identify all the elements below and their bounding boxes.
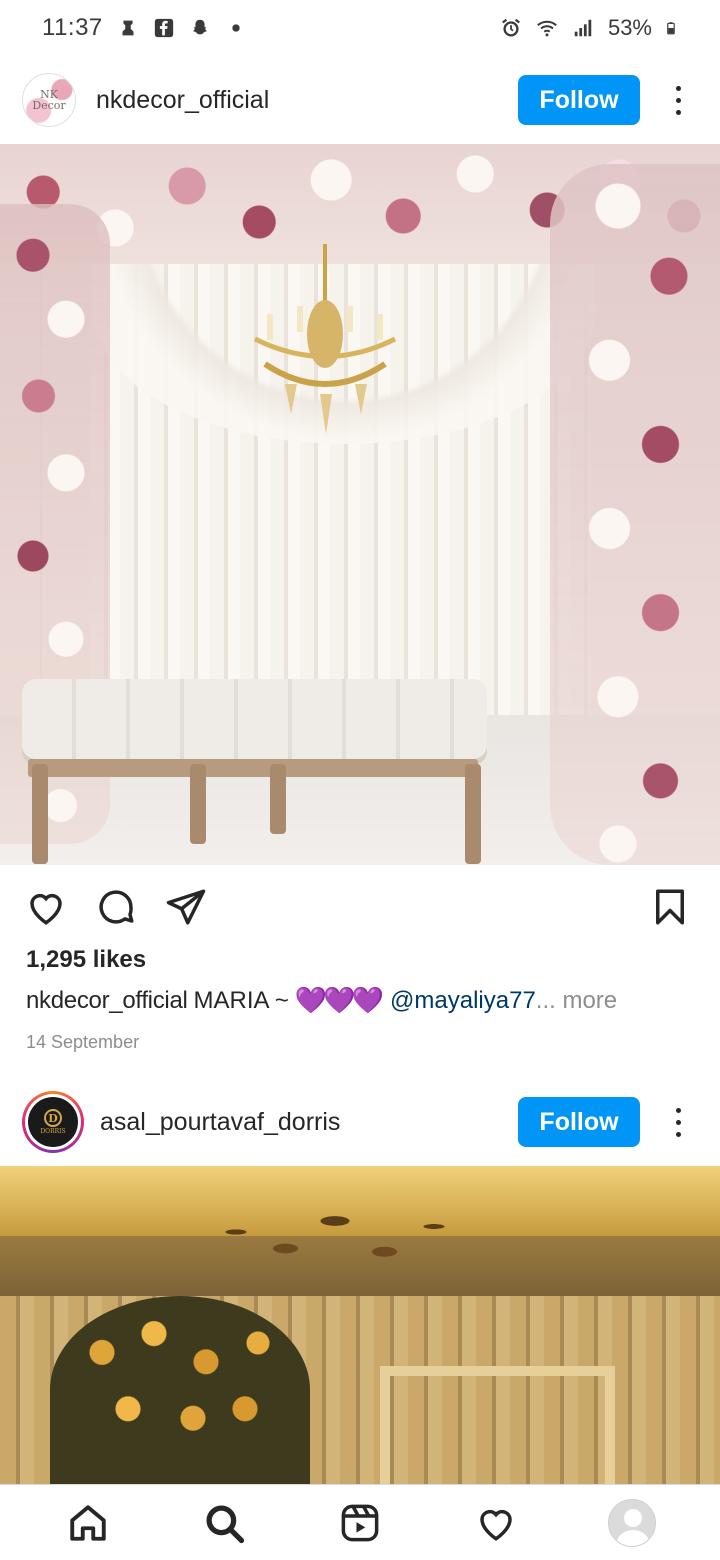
post-username[interactable]: asal_pourtavaf_dorris: [100, 1108, 518, 1137]
follow-button[interactable]: Follow: [518, 1097, 640, 1147]
post-caption[interactable]: nkdecor_official MARIA ~ 💜💜💜 @mayaliya77…: [26, 985, 706, 1016]
search-icon[interactable]: [194, 1493, 254, 1553]
usb-debug-icon: [122, 20, 134, 36]
post-username[interactable]: nkdecor_official: [96, 86, 518, 115]
chandelier: [253, 244, 397, 434]
post-image[interactable]: [0, 1166, 720, 1484]
tufted-bench: [22, 679, 487, 759]
bottom-navigation: [0, 1484, 720, 1560]
battery-icon: [667, 22, 675, 35]
follow-button[interactable]: Follow: [518, 75, 640, 125]
bench-leg: [32, 764, 48, 864]
like-icon[interactable]: [24, 885, 68, 929]
reels-icon[interactable]: [330, 1493, 390, 1553]
share-icon[interactable]: [164, 885, 208, 929]
arch-frame: [380, 1366, 615, 1484]
post-actions: [0, 870, 720, 944]
bench-leg: [270, 764, 286, 834]
caption-text: MARIA ~: [193, 986, 289, 1014]
home-icon[interactable]: [58, 1493, 118, 1553]
avatar-logo-text: DORRIS: [40, 1128, 66, 1135]
alarm-icon: [502, 18, 520, 37]
post-date: 14 September: [26, 1032, 140, 1052]
facebook-icon: [154, 18, 173, 38]
wifi-icon: [537, 20, 557, 37]
likes-count[interactable]: 1,295 likes: [26, 946, 146, 974]
flower-arch-right: [550, 164, 720, 865]
bench-rail: [28, 759, 478, 777]
more-options-icon[interactable]: [658, 1097, 698, 1147]
story-ring[interactable]: D DORRIS: [22, 1091, 84, 1153]
more-options-icon[interactable]: [658, 75, 698, 125]
avatar: D DORRIS: [28, 1097, 78, 1147]
notification-dot-icon: [232, 24, 240, 32]
activity-icon[interactable]: [466, 1493, 526, 1553]
comment-icon[interactable]: [94, 885, 138, 929]
post-header: NK Decor nkdecor_official Follow: [0, 57, 720, 143]
post-image[interactable]: [0, 144, 720, 865]
battery-percentage: 53%: [607, 15, 652, 40]
caption-heart-emoji: 💜💜💜: [294, 985, 384, 1015]
avatar[interactable]: NK Decor: [22, 73, 76, 127]
caption-username[interactable]: nkdecor_official: [26, 987, 188, 1015]
profile-avatar: [608, 1498, 656, 1547]
bench-leg: [190, 764, 206, 844]
signal-icon: [574, 19, 592, 37]
profile-tab[interactable]: [602, 1493, 662, 1553]
snapchat-icon: [192, 19, 207, 35]
chandelier: [170, 1166, 500, 1276]
avatar-logo-text: NK Decor: [32, 88, 66, 112]
status-bar: 11:37 53%: [0, 0, 720, 56]
status-time: 11:37: [42, 14, 103, 41]
status-right: 53%: [500, 15, 680, 41]
avatar-logo-letter: D: [44, 1109, 62, 1127]
bookmark-icon[interactable]: [648, 885, 692, 929]
bench-leg: [465, 764, 481, 864]
flower-arrangement: [50, 1296, 310, 1484]
post-header: D DORRIS asal_pourtavaf_dorris Follow: [0, 1079, 720, 1165]
status-left: 11:37: [42, 14, 247, 42]
caption-more-link[interactable]: ... more: [536, 987, 617, 1015]
caption-mention[interactable]: @mayaliya77: [390, 987, 536, 1015]
